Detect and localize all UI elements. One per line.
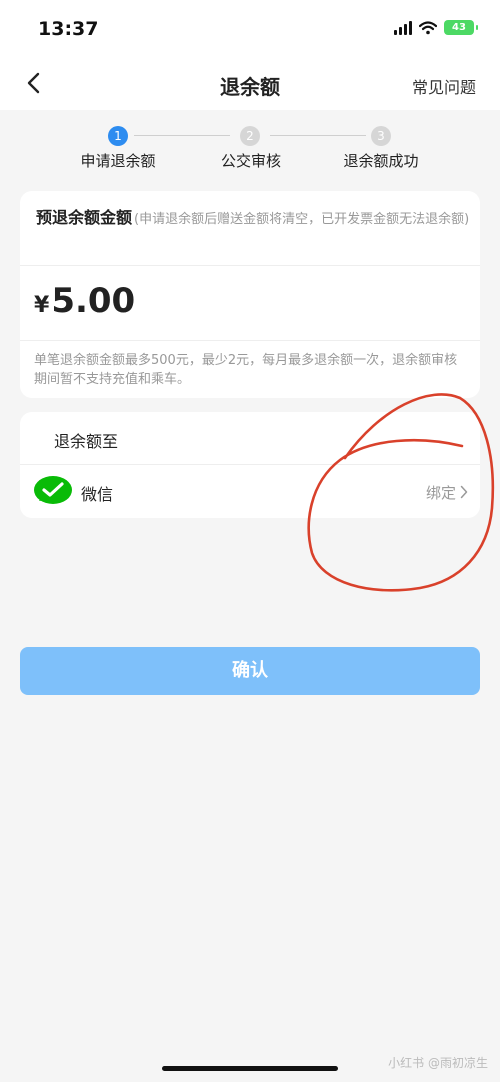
step-connector	[134, 135, 230, 136]
divider	[20, 265, 480, 266]
step-1-label: 申请退余额	[80, 152, 156, 170]
amount-title: 预退余额金额	[36, 208, 133, 227]
status-icons: 43	[394, 20, 478, 35]
wechat-method-row[interactable]: 微信 绑定	[20, 465, 480, 518]
step-2-label: 公交审核	[220, 152, 282, 170]
nav-bar: 退余额 常见问题	[0, 58, 500, 110]
status-time: 13:37	[38, 18, 99, 40]
refund-amount-card: 预退余额金额 (申请退余额后赠送金额将清空，已开发票金额无法退余额) ¥5.00 …	[20, 191, 480, 398]
step-3-indicator: 3	[371, 126, 391, 146]
refund-destination-card: 退余额至 微信 绑定	[20, 412, 480, 518]
watermark: 小红书 @雨初凉生	[388, 1056, 488, 1070]
amount-value: ¥5.00	[34, 281, 135, 321]
wechat-icon	[34, 476, 72, 504]
home-indicator	[162, 1066, 338, 1071]
confirm-button[interactable]: 确认	[20, 647, 480, 695]
wechat-label: 微信	[81, 485, 114, 504]
amount-header: 预退余额金额 (申请退余额后赠送金额将清空，已开发票金额无法退余额)	[36, 208, 470, 229]
destination-title: 退余额至	[54, 432, 119, 451]
amount-number: 5.00	[51, 281, 136, 321]
battery-icon: 43	[444, 20, 478, 35]
progress-steps: 1 2 3 申请退余额 公交审核 退余额成功	[0, 122, 500, 182]
currency-symbol: ¥	[34, 293, 50, 318]
amount-hint: (申请退余额后赠送金额将清空，已开发票金额无法退余额)	[134, 212, 470, 227]
wifi-icon	[419, 20, 437, 34]
divider	[20, 340, 480, 341]
step-1-indicator: 1	[108, 126, 128, 146]
step-connector	[270, 135, 366, 136]
faq-link[interactable]: 常见问题	[412, 74, 476, 98]
step-3-label: 退余额成功	[343, 152, 419, 170]
step-2-indicator: 2	[240, 126, 260, 146]
chevron-right-icon	[460, 485, 468, 499]
signal-icon	[394, 20, 412, 35]
bind-link[interactable]: 绑定	[426, 482, 456, 503]
amount-note: 单笔退余额金额最多500元，最少2元，每月最多退余额一次，退余额审核期间暂不支持…	[34, 353, 458, 387]
status-bar: 13:37 43	[0, 0, 500, 58]
